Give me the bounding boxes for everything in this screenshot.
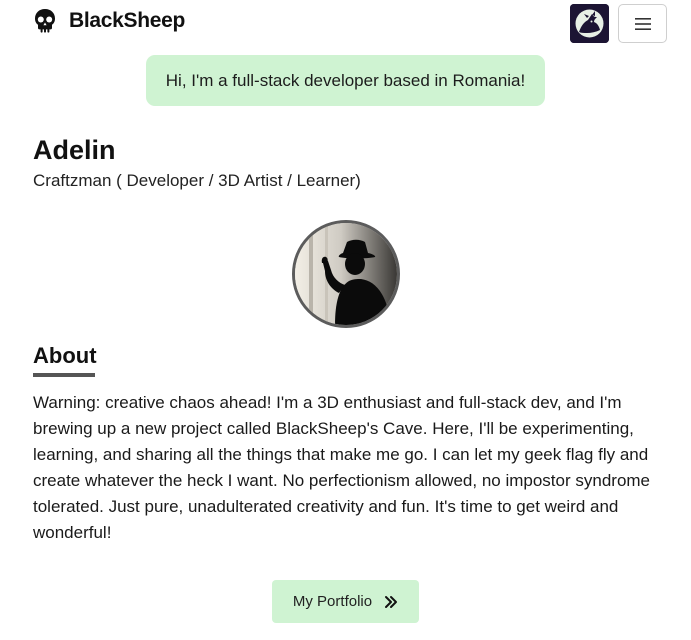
- portfolio-button-label: My Portfolio: [292, 593, 373, 610]
- menu-toggle-button[interactable]: [618, 4, 667, 43]
- profile-name: Adelin: [33, 135, 116, 165]
- site-header: BlackSheep: [0, 0, 691, 44]
- portfolio-button[interactable]: My Portfolio: [272, 580, 419, 623]
- silhouette-portrait-icon: [295, 223, 397, 325]
- hooded-figure-avatar-icon: [570, 4, 609, 43]
- brand-logo-link[interactable]: BlackSheep: [33, 8, 185, 34]
- double-chevron-right-icon: [384, 595, 398, 609]
- about-body: Warning: creative chaos ahead! I'm a 3D …: [33, 393, 651, 542]
- skull-icon: [33, 8, 57, 34]
- greeting-text: Hi, I'm a full-stack developer based in …: [165, 70, 526, 90]
- profile-role: Craftzman ( Developer / 3D Artist / Lear…: [33, 171, 361, 190]
- greeting-banner: Hi, I'm a full-stack developer based in …: [146, 55, 545, 106]
- profile-photo: [292, 220, 400, 328]
- brand-name: BlackSheep: [69, 9, 186, 32]
- about-heading-underline: [33, 373, 95, 377]
- about-heading: About: [33, 343, 97, 368]
- user-avatar[interactable]: [570, 4, 609, 43]
- hamburger-menu-icon: [634, 17, 651, 30]
